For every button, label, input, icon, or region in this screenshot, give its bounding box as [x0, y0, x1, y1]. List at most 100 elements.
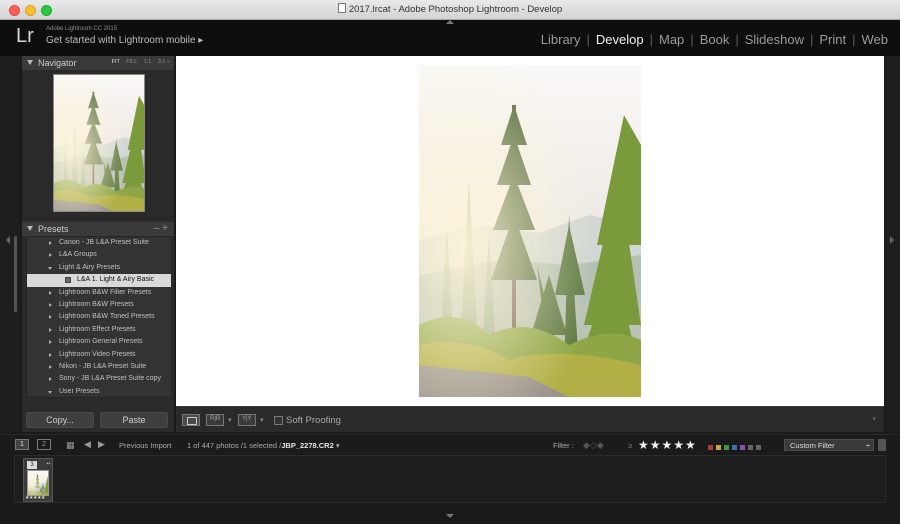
filmstrip-bar: 1 2 ▦ ◀ ▶ Previous Import 1 of 447 photo… [0, 434, 900, 454]
preset-folder[interactable]: L&A Groups [27, 249, 171, 261]
forest-photo-image [419, 65, 641, 397]
preset-folder[interactable]: Lightroom B&W Presets [27, 299, 171, 311]
image-view[interactable] [176, 56, 884, 406]
loupe-view-button[interactable] [182, 414, 200, 426]
soft-proofing-checkbox[interactable] [274, 416, 283, 425]
preset-label: Canon - JB L&A Preset Suite [59, 239, 149, 246]
soft-proofing-label[interactable]: Soft Proofing [286, 415, 341, 426]
folder-disclosure-icon[interactable] [49, 377, 52, 382]
preset-folder[interactable]: Lightroom Effect Presets [27, 324, 171, 336]
preset-folder[interactable]: Sony - JB L&A Preset Suite copy [27, 373, 171, 385]
navigator-preview[interactable] [22, 70, 174, 220]
preset-folder[interactable]: Lightroom General Presets [27, 336, 171, 348]
filmstrip-source[interactable]: Previous Import [119, 441, 172, 450]
module-print[interactable]: Print [819, 32, 846, 47]
thumbnail-index: 3 [27, 461, 37, 469]
window-titlebar: 2017.lrcat - Adobe Photoshop Lightroom -… [0, 0, 900, 20]
zoom-fit[interactable]: FIT [112, 59, 120, 65]
preset-folder[interactable]: Lightroom Video Presets [27, 349, 171, 361]
module-book[interactable]: Book [700, 32, 730, 47]
color-label-swatch[interactable] [740, 445, 745, 450]
preset-folder[interactable]: Canon - JB L&A Preset Suite [27, 237, 171, 249]
filmstrip-thumbnail[interactable]: 3 ▪▪ ★★★★★ [23, 458, 53, 502]
photo-preview[interactable] [419, 65, 641, 397]
forward-arrow-icon[interactable]: ▶ [98, 439, 105, 450]
presets-list: Canon - JB L&A Preset Suite L&A Groups Lig… [26, 236, 172, 398]
zoom-fill[interactable]: FILL [126, 59, 137, 65]
toolbar-menu-icon[interactable]: ▾ [872, 415, 876, 423]
yy-view-button[interactable]: Y|Y [238, 414, 256, 426]
custom-filter-dropdown[interactable]: Custom Filter ÷ [784, 439, 874, 451]
primary-window-button[interactable]: 1 [15, 439, 29, 450]
bottom-panel-toggle-icon[interactable] [446, 514, 454, 518]
rating-filter-stars[interactable]: ★★★★★ [638, 438, 697, 452]
module-library[interactable]: Library [541, 32, 581, 47]
color-label-swatch[interactable] [716, 445, 721, 450]
preset-folder[interactable]: Light & Airy Presets [27, 262, 171, 274]
module-slideshow[interactable]: Slideshow [745, 32, 804, 47]
before-after-dropdown[interactable]: ▾ [228, 416, 232, 424]
folder-disclosure-icon[interactable] [49, 327, 52, 332]
grid-view-icon[interactable]: ▦ [66, 440, 75, 451]
expand-right-icon[interactable] [890, 236, 894, 244]
presets-add-remove[interactable]: – + [154, 223, 168, 234]
module-separator: | [649, 32, 653, 47]
left-panel-edge[interactable] [0, 56, 20, 432]
preset-item[interactable]: L&A 1. Light & Airy Basic [27, 274, 171, 287]
folder-disclosure-icon[interactable] [48, 266, 52, 270]
back-arrow-icon[interactable]: ◀ [84, 439, 91, 450]
preset-folder[interactable]: Lightroom B&W Filter Presets [27, 287, 171, 299]
photo-count[interactable]: 1 of 447 photos /1 selected /JBP_2278.CR… [187, 441, 340, 450]
folder-disclosure-icon[interactable] [49, 253, 52, 258]
top-panel-toggle-icon[interactable] [446, 20, 454, 24]
disclosure-triangle-icon [27, 60, 33, 65]
zoom-3-1[interactable]: 3:1 ÷ [158, 59, 170, 65]
secondary-window-button[interactable]: 2 [37, 439, 51, 450]
yy-dropdown[interactable]: ▾ [260, 416, 264, 424]
module-separator: | [735, 32, 739, 47]
copy-button[interactable]: Copy... [26, 412, 94, 428]
photo-count-text: 1 of 447 photos /1 selected / [187, 441, 282, 450]
paste-button[interactable]: Paste [100, 412, 168, 428]
photo-count-dropdown: ▾ [335, 441, 340, 450]
preset-folder[interactable]: Lightroom B&W Toned Presets [27, 311, 171, 323]
color-label-swatch[interactable] [748, 445, 753, 450]
color-label-swatch[interactable] [708, 445, 713, 450]
color-label-swatch[interactable] [724, 445, 729, 450]
folder-disclosure-icon[interactable] [49, 241, 52, 245]
flag-filter-icons[interactable]: ◆◇◆ [583, 440, 604, 451]
presets-scrollbar[interactable] [14, 236, 17, 312]
before-after-view-button[interactable]: R|R [206, 414, 224, 426]
preset-label: L&A 1. Light & Airy Basic [77, 276, 155, 284]
navigator-thumbnail[interactable] [53, 74, 145, 212]
folder-disclosure-icon[interactable] [49, 290, 52, 295]
folder-disclosure-icon[interactable] [49, 315, 52, 320]
module-web[interactable]: Web [862, 32, 889, 47]
color-label-swatch[interactable] [756, 445, 761, 450]
preset-label: Lightroom Video Presets [59, 350, 136, 358]
yy-label: Y|Y [242, 416, 252, 422]
filter-lock-icon[interactable] [878, 439, 886, 451]
lightroom-mobile-link[interactable]: Get started with Lightroom mobile ▸ [46, 35, 203, 46]
folder-disclosure-icon[interactable] [49, 340, 52, 345]
rating-operator[interactable]: ≥ [628, 441, 632, 450]
folder-disclosure-icon[interactable] [49, 352, 52, 357]
right-panel-edge[interactable] [886, 56, 900, 432]
folder-disclosure-icon[interactable] [49, 364, 52, 369]
preset-folder[interactable]: Nikon - JB L&A Preset Suite [27, 361, 171, 373]
preset-folder[interactable]: User Presets [27, 386, 171, 397]
custom-filter-arrow: ÷ [865, 441, 870, 450]
preset-label: User Presets [59, 387, 100, 395]
navigator-header[interactable]: Navigator FIT FILL 1:1 3:1 ÷ [22, 56, 174, 70]
presets-header[interactable]: Presets – + [22, 222, 174, 236]
module-develop[interactable]: Develop [596, 32, 644, 47]
module-map[interactable]: Map [659, 32, 684, 47]
thumbnail-photo-image [28, 471, 48, 495]
zoom-1-1[interactable]: 1:1 [144, 59, 152, 65]
folder-disclosure-icon[interactable] [48, 390, 52, 394]
folder-disclosure-icon[interactable] [49, 302, 52, 307]
collapse-left-icon[interactable] [6, 236, 10, 244]
color-label-swatch[interactable] [732, 445, 737, 450]
document-icon [337, 3, 346, 13]
preset-label: Lightroom Effect Presets [59, 325, 136, 333]
